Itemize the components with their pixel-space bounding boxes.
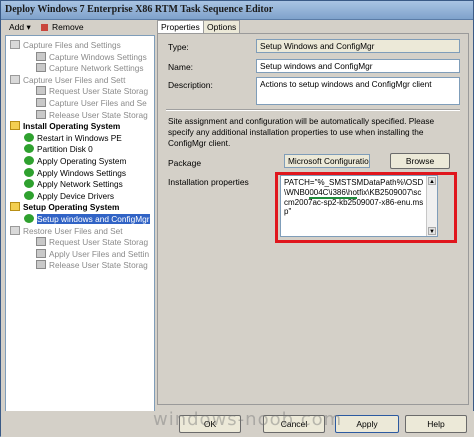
tree-item-label: Capture Windows Settings <box>49 51 147 62</box>
type-field: Setup Windows and ConfigMgr <box>256 39 460 53</box>
divider <box>166 109 460 111</box>
tree-item-label: Release User State Storag <box>49 260 148 271</box>
tree-item-label: Request User State Storag <box>49 86 149 97</box>
folder-icon <box>10 74 20 84</box>
tree-item[interactable]: Setup Operating System <box>10 202 119 213</box>
info-text: Site assignment and configuration will b… <box>168 116 435 148</box>
name-field[interactable]: Setup windows and ConfigMgr <box>256 59 460 73</box>
check-icon <box>24 214 34 223</box>
tree-item[interactable]: Apply Operating System <box>24 156 126 167</box>
tree-item-label: Capture Files and Settings <box>23 40 121 50</box>
properties-panel: Type: Setup Windows and ConfigMgr Name: … <box>157 33 469 405</box>
tree-item-label: Setup windows and ConfigMgr <box>37 214 150 224</box>
check-icon <box>24 132 34 142</box>
watermark: windows-noob.com <box>153 409 343 430</box>
tree-item[interactable]: Capture Network Settings <box>36 63 144 74</box>
tree-item-label: Restore User Files and Set <box>23 225 123 236</box>
installation-properties-label: Installation properties <box>168 177 249 187</box>
tree-item[interactable]: Capture User Files and Se <box>36 98 147 109</box>
tree-item[interactable]: Install Operating System <box>10 121 120 132</box>
step-icon <box>36 86 46 96</box>
step-icon <box>36 260 46 270</box>
check-icon <box>24 156 34 165</box>
tree-item[interactable]: Release User State Storag <box>36 260 148 271</box>
step-icon <box>36 109 46 119</box>
name-label: Name: <box>168 62 194 72</box>
tree-item[interactable]: Restore User Files and Set <box>10 225 123 237</box>
installation-properties-field[interactable]: PATCH="%_SMSTSMDataPath%\OSD\WNB0004C\i3… <box>280 175 438 237</box>
step-icon <box>36 51 46 61</box>
tree-item-label: Apply Windows Settings <box>37 167 127 178</box>
tree-item[interactable]: Apply Network Settings <box>24 179 123 190</box>
check-icon <box>24 190 34 200</box>
folder-icon <box>10 40 20 49</box>
type-label: Type: <box>168 42 189 52</box>
tree-item[interactable]: Apply User Files and Settin <box>36 248 150 260</box>
help-button[interactable]: Help <box>405 415 467 433</box>
tree-item[interactable]: Restart in Windows PE <box>24 132 122 144</box>
tree-item[interactable]: Capture User Files and Sett <box>10 74 126 86</box>
description-field[interactable]: Actions to setup windows and ConfigMgr c… <box>256 77 460 105</box>
tree-item-label: Apply Operating System <box>37 156 127 166</box>
remove-icon[interactable] <box>41 21 48 34</box>
step-icon <box>36 248 46 258</box>
tree-item[interactable]: Capture Files and Settings <box>10 40 121 51</box>
tree-item[interactable]: Apply Windows Settings <box>24 167 127 179</box>
folder-icon <box>10 202 20 212</box>
step-icon <box>36 98 46 107</box>
toolbar: Add ▾ Remove <box>5 21 145 35</box>
tree-item[interactable]: Partition Disk 0 <box>24 144 93 155</box>
tree-item[interactable]: Release User State Storag <box>36 109 148 121</box>
tab-options[interactable]: Options <box>203 20 241 34</box>
tree-item-label: Partition Disk 0 <box>37 144 93 155</box>
scrollbar[interactable]: ▲ ▼ <box>426 176 437 236</box>
title-bar: Deploy Windows 7 Enterprise X86 RTM Task… <box>1 1 473 20</box>
tree-item-label: Apply Device Drivers <box>37 190 114 201</box>
step-icon <box>36 63 46 73</box>
tree-item-label: Setup Operating System <box>23 202 120 213</box>
task-sequence-editor-window: Deploy Windows 7 Enterprise X86 RTM Task… <box>0 0 474 437</box>
tree-item-label: Capture User Files and Se <box>49 98 147 108</box>
tree-item-label: Capture Network Settings <box>49 63 144 74</box>
tree-item[interactable]: Capture Windows Settings <box>36 51 147 63</box>
tree-item[interactable]: Request User State Storag <box>36 86 148 97</box>
tree-item-label: Apply Network Settings <box>37 179 123 190</box>
apply-button[interactable]: Apply <box>335 415 399 433</box>
folder-icon <box>10 225 20 235</box>
task-tree: Capture Files and Settings Capture Window… <box>5 35 155 413</box>
tree-item-label: Restart in Windows PE <box>37 132 122 143</box>
scroll-up-icon[interactable]: ▲ <box>428 177 436 185</box>
scroll-down-icon[interactable]: ▼ <box>428 227 436 235</box>
check-icon <box>24 167 34 177</box>
remove-button[interactable]: Remove <box>52 21 84 34</box>
check-icon <box>24 179 34 189</box>
package-label: Package <box>168 158 202 168</box>
tree-item[interactable]: Apply Device Drivers <box>24 190 114 202</box>
description-label: Description: <box>168 80 213 90</box>
window-title: Deploy Windows 7 Enterprise X86 RTM Task… <box>5 4 274 15</box>
step-icon <box>36 237 46 247</box>
add-button[interactable]: Add ▾ <box>9 21 31 34</box>
folder-icon <box>10 121 20 131</box>
tree-item-label: Release User State Storag <box>49 109 148 120</box>
check-icon <box>24 144 34 154</box>
package-field: Microsoft Configuration <box>284 154 370 168</box>
tree-item-label: Apply User Files and Settin <box>49 248 150 259</box>
installation-properties-text: PATCH="%_SMSTSMDataPath%\OSD\WNB0004C\i3… <box>284 178 424 217</box>
tree-item-label: Capture User Files and Sett <box>23 74 126 85</box>
tree-item-label: Install Operating System <box>23 121 121 132</box>
tree-item-label: Request User State Storag <box>49 237 149 248</box>
browse-button[interactable]: Browse <box>390 153 450 169</box>
tree-item[interactable]: Request User State Storag <box>36 237 148 248</box>
tree-item[interactable]: Setup windows and ConfigMgr <box>24 214 150 225</box>
